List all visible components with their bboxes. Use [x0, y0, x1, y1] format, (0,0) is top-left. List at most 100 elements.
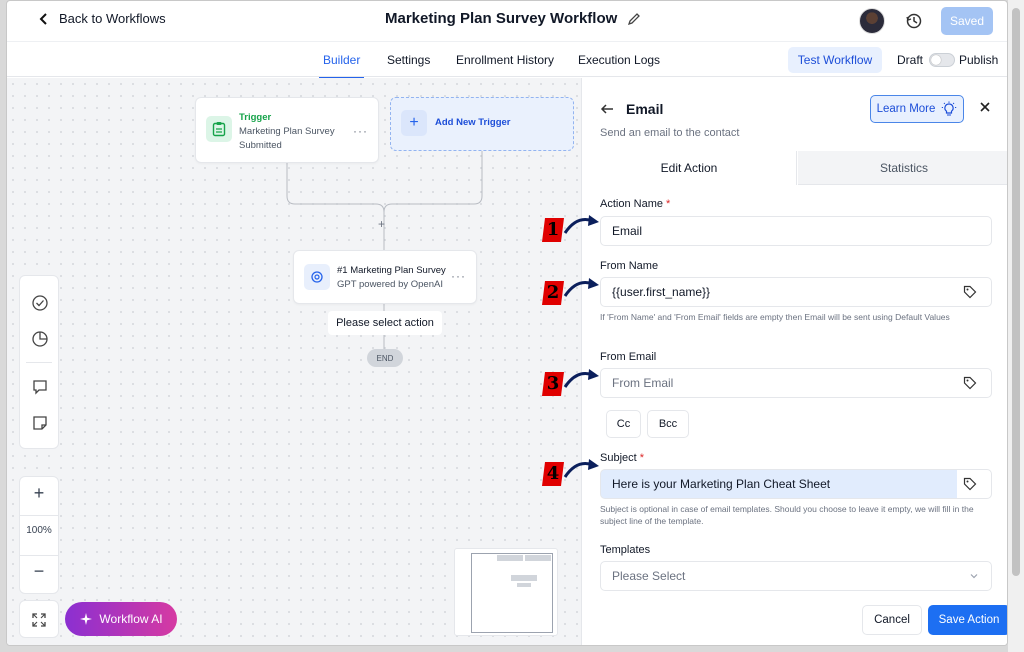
more-options-icon[interactable]: ···: [451, 269, 466, 283]
from-email-input[interactable]: From Email: [600, 368, 992, 398]
action-name-input[interactable]: Email: [600, 216, 992, 246]
gpt-node-label: #1 Marketing Plan Survey GPT powered by …: [337, 264, 446, 292]
lightbulb-icon: [942, 101, 957, 116]
cancel-button[interactable]: Cancel: [862, 605, 922, 635]
trigger-node[interactable]: Trigger Marketing Plan Survey Submitted …: [195, 97, 379, 163]
check-circle-icon[interactable]: [31, 294, 49, 312]
tag-icon[interactable]: [963, 285, 977, 299]
top-bar: Back to Workflows Marketing Plan Survey …: [7, 1, 1007, 41]
zoom-level: 100%: [26, 525, 52, 536]
tab-execution-logs[interactable]: Execution Logs: [578, 53, 660, 67]
gpt-action-node[interactable]: #1 Marketing Plan Survey GPT powered by …: [293, 250, 477, 304]
workflow-ai-label: Workflow AI: [99, 612, 163, 626]
templates-placeholder: Please Select: [612, 569, 686, 583]
trigger-node-label: Trigger Marketing Plan Survey Submitted: [239, 111, 335, 153]
add-new-trigger-button[interactable]: + Add New Trigger: [390, 97, 574, 151]
arrow-icon: [563, 369, 599, 388]
sticky-note-icon[interactable]: [31, 414, 49, 432]
zoom-controls: + 100% −: [19, 476, 59, 594]
from-name-label: From Name: [600, 260, 659, 272]
email-action-panel: Email Send an email to the contact Learn…: [581, 78, 1007, 645]
subject-hint: Subject is optional in case of email tem…: [600, 504, 974, 526]
annotation-number: 4: [546, 463, 560, 484]
test-workflow-button[interactable]: Test Workflow: [788, 47, 882, 73]
subject-value: Here is your Marketing Plan Cheat Sheet: [612, 477, 831, 491]
subject-label-text: Subject: [600, 452, 637, 464]
panel-title-text: Email: [626, 101, 664, 117]
save-action-button[interactable]: Save Action: [928, 605, 1007, 635]
history-icon[interactable]: [904, 11, 924, 31]
canvas-toolbar: [19, 275, 59, 449]
publish-toggle[interactable]: [929, 53, 955, 67]
workflow-title-text: Marketing Plan Survey Workflow: [385, 10, 618, 27]
panel-title: Email: [600, 101, 663, 117]
zoom-in-button[interactable]: +: [20, 483, 58, 504]
from-name-value: {{user.first_name}}: [612, 285, 711, 299]
pencil-icon[interactable]: [627, 12, 641, 26]
bcc-button[interactable]: Bcc: [647, 410, 689, 438]
draft-label: Draft: [897, 53, 924, 67]
gpt-line1: #1 Marketing Plan Survey: [337, 265, 446, 276]
select-action-tooltip: Please select action: [328, 311, 442, 335]
app-window: Back to Workflows Marketing Plan Survey …: [6, 0, 1008, 646]
close-icon[interactable]: [978, 100, 992, 114]
avatar[interactable]: [859, 8, 885, 34]
templates-label: Templates: [600, 544, 651, 556]
back-label: Back to Workflows: [59, 11, 166, 26]
fit-view-button[interactable]: [19, 600, 59, 638]
tab-settings[interactable]: Settings: [387, 53, 430, 67]
page-scrollbar[interactable]: [1008, 0, 1024, 652]
tag-icon[interactable]: [963, 477, 977, 491]
sparkle-icon: [80, 613, 93, 625]
subject-label: Subject *: [600, 452, 645, 464]
learn-more-label: Learn More: [876, 103, 936, 115]
tab-edit-action[interactable]: Edit Action: [582, 151, 797, 185]
scrollbar-thumb[interactable]: [1012, 8, 1020, 576]
templates-select[interactable]: Please Select: [600, 561, 992, 591]
gpt-line2: GPT powered by OpenAI: [337, 279, 443, 290]
minimap-node: [511, 575, 537, 581]
zoom-out-button[interactable]: −: [20, 561, 58, 582]
minimap-node: [497, 555, 523, 561]
annotation-number: 1: [546, 219, 560, 240]
clipboard-icon: [206, 116, 232, 142]
from-name-input[interactable]: {{user.first_name}}: [600, 277, 992, 307]
panel-subtitle: Send an email to the contact: [600, 127, 740, 139]
cc-button[interactable]: Cc: [606, 410, 641, 438]
minimap-node: [517, 583, 531, 587]
chevron-left-icon: [39, 12, 47, 25]
trigger-line1: Marketing Plan Survey: [239, 126, 335, 137]
tag-icon[interactable]: [963, 376, 977, 390]
workflow-ai-button[interactable]: Workflow AI: [65, 602, 177, 636]
action-name-label: Action Name *: [600, 198, 671, 210]
minimap-node: [525, 555, 551, 561]
subject-input[interactable]: Here is your Marketing Plan Cheat Sheet: [600, 469, 992, 499]
workflow-canvas[interactable]: + Trigger Marketing Plan Survey Submitte…: [7, 78, 581, 645]
zoom-divider: [20, 515, 58, 516]
back-to-workflows-link[interactable]: Back to Workflows: [37, 11, 166, 26]
more-options-icon[interactable]: ···: [353, 124, 368, 138]
tab-builder[interactable]: Builder: [318, 53, 365, 79]
chevron-down-icon: [970, 574, 978, 579]
minimap[interactable]: [454, 548, 558, 636]
from-email-label: From Email: [600, 351, 657, 363]
tab-statistics[interactable]: Statistics: [798, 151, 1007, 185]
panel-tabs: Edit Action Statistics: [582, 151, 1007, 185]
trigger-line2: Submitted: [239, 140, 282, 151]
trigger-kind: Trigger: [239, 112, 272, 123]
comment-icon[interactable]: [31, 378, 49, 396]
action-name-label-text: Action Name: [600, 198, 663, 210]
learn-more-button[interactable]: Learn More: [870, 95, 964, 123]
pie-chart-icon[interactable]: [31, 330, 49, 348]
add-step-icon[interactable]: +: [378, 217, 385, 231]
workflow-title: Marketing Plan Survey Workflow: [385, 10, 641, 27]
openai-icon: [304, 264, 330, 290]
publish-label: Publish: [959, 53, 999, 67]
arrow-left-icon[interactable]: [600, 102, 614, 116]
arrow-icon: [563, 278, 599, 297]
tab-enrollment-history[interactable]: Enrollment History: [456, 53, 554, 67]
saved-button[interactable]: Saved: [941, 7, 993, 35]
nav-bar: Builder Settings Enrollment History Exec…: [7, 41, 1007, 79]
plus-icon: +: [401, 110, 427, 136]
arrow-icon: [563, 215, 599, 234]
